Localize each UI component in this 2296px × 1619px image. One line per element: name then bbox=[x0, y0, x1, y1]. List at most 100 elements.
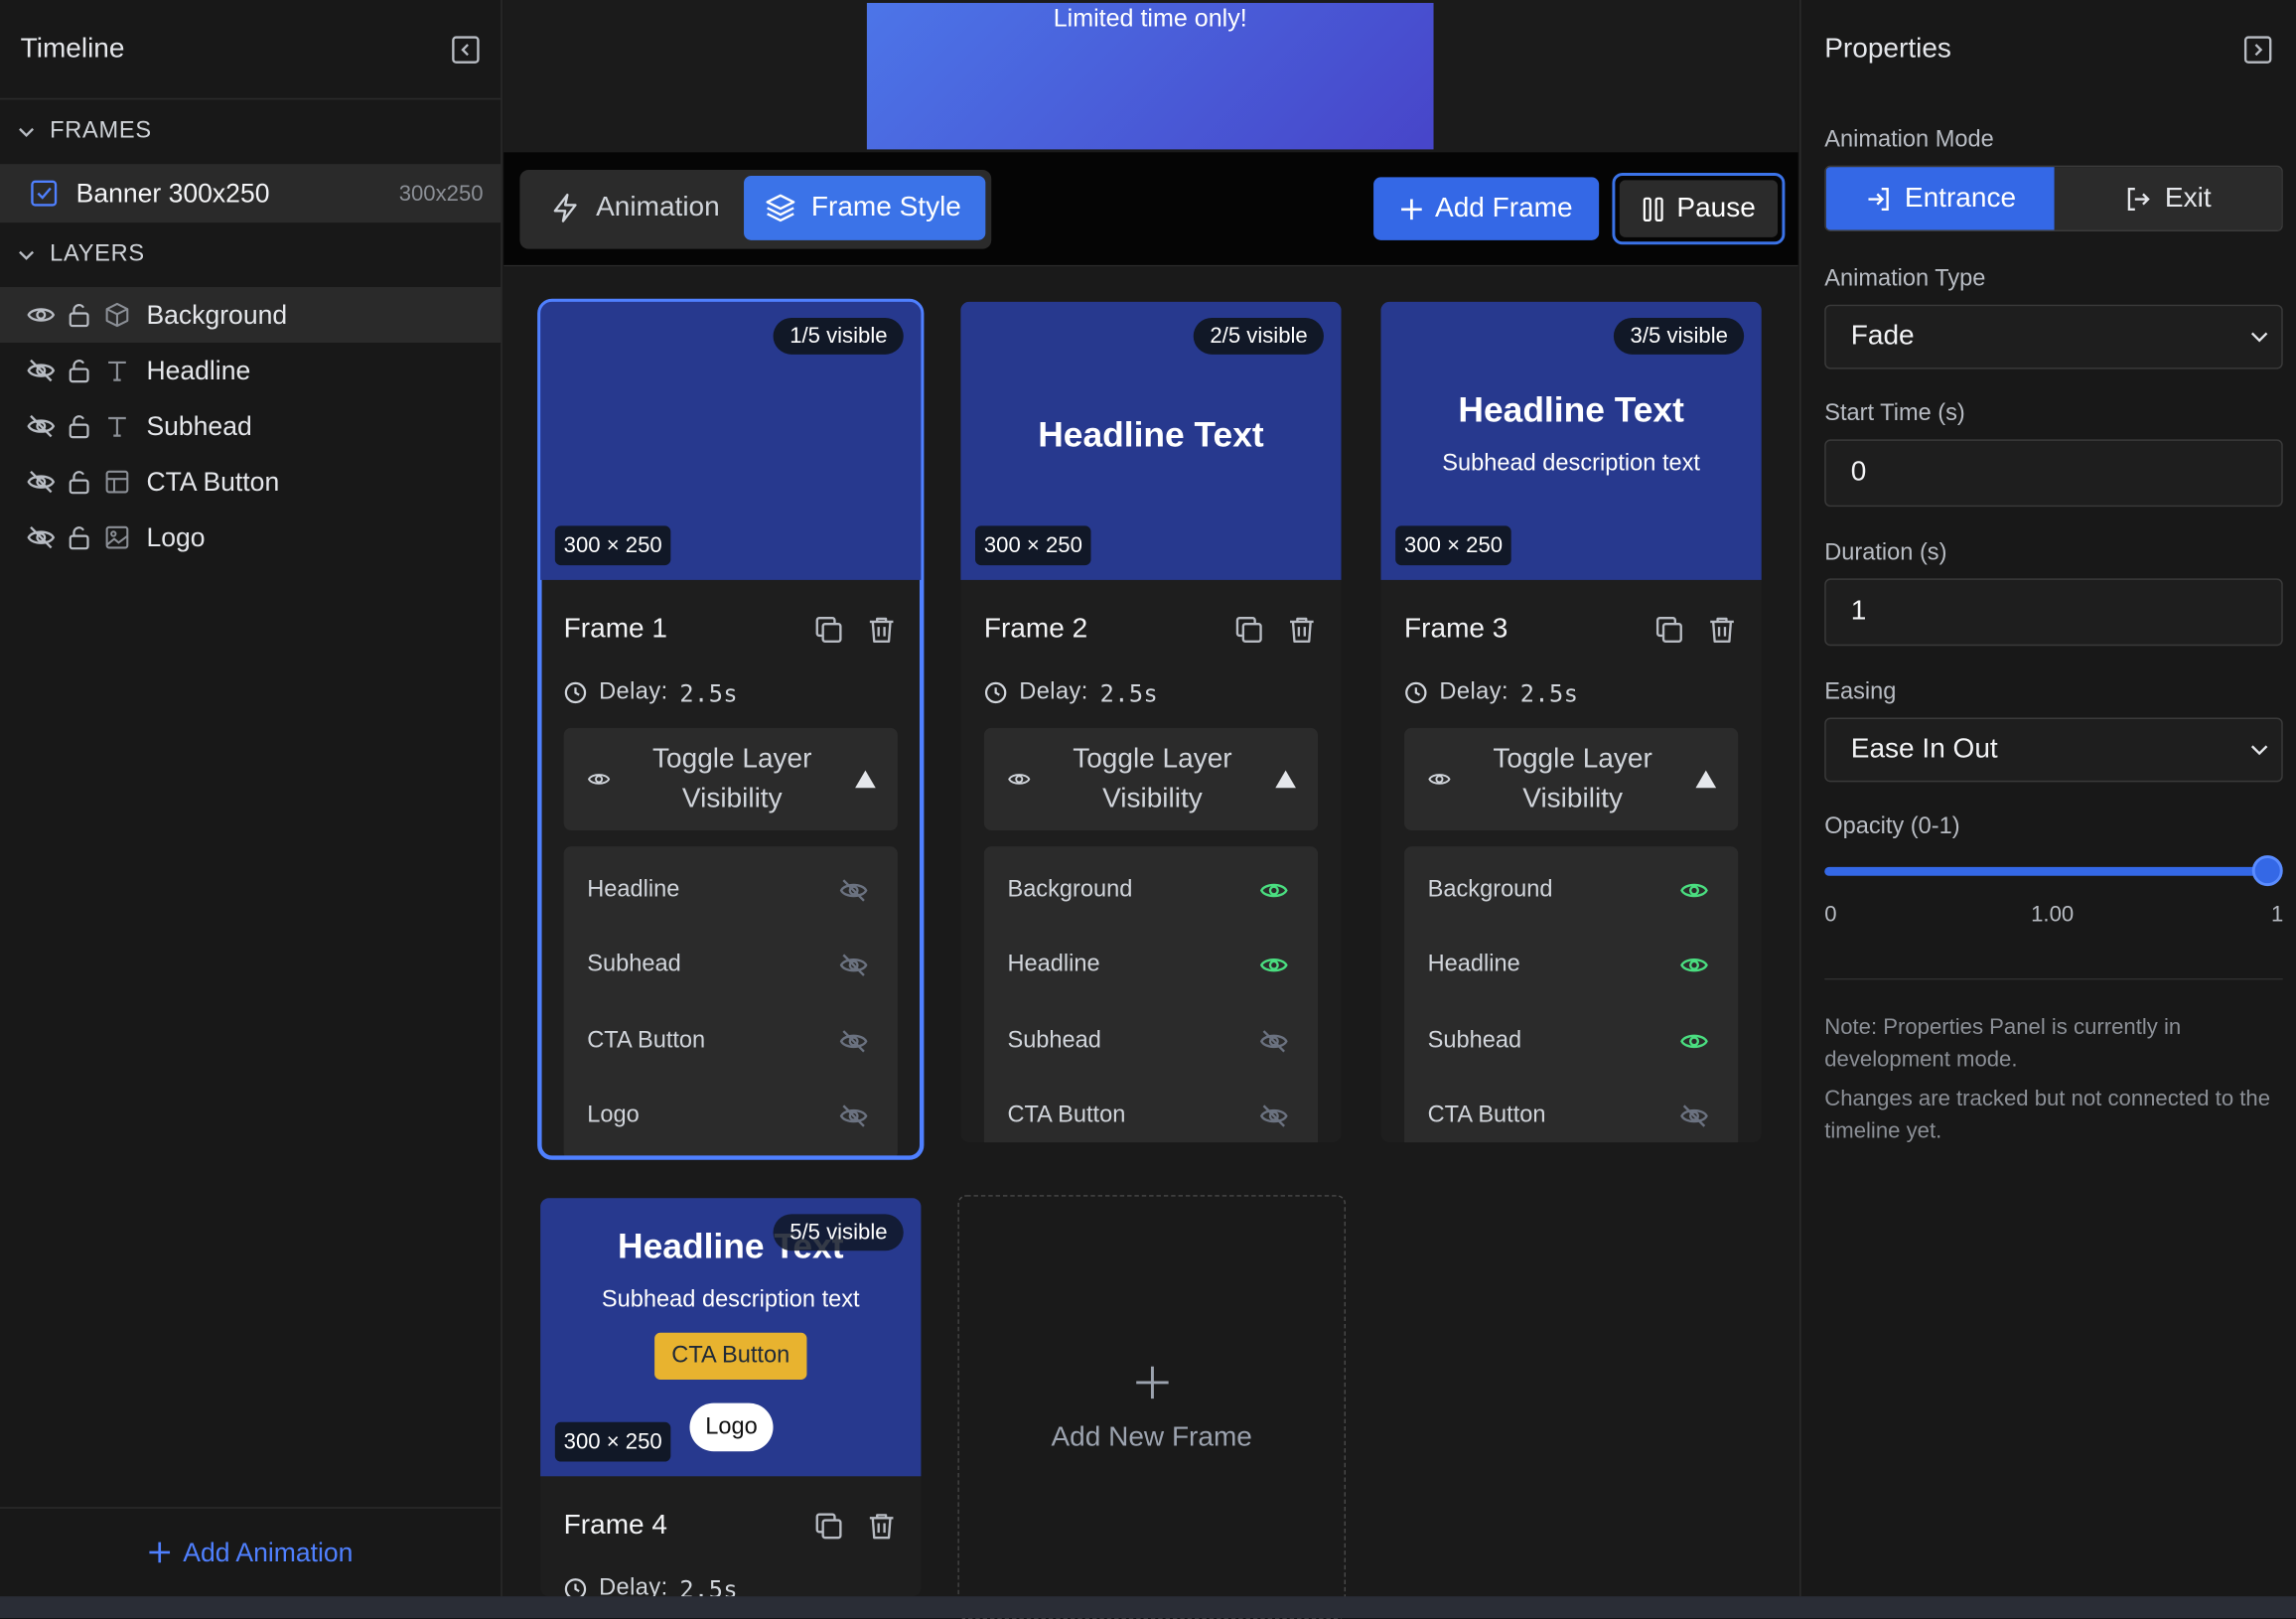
pause-icon bbox=[1642, 196, 1665, 222]
layer-visibility-item[interactable]: Subhead bbox=[564, 928, 898, 1003]
easing-select[interactable]: Ease In Out bbox=[1824, 717, 2283, 783]
chevron-down-icon bbox=[2249, 330, 2270, 345]
trash-icon[interactable] bbox=[865, 613, 897, 645]
opacity-slider-handle[interactable] bbox=[2251, 855, 2283, 887]
chevron-down-icon bbox=[2249, 743, 2270, 758]
eye-icon[interactable] bbox=[1259, 875, 1288, 904]
copy-icon[interactable] bbox=[1653, 613, 1685, 645]
layer-name: Headline bbox=[146, 355, 251, 385]
layer-row[interactable]: Logo bbox=[0, 510, 501, 565]
animation-mode-toggle: Entrance Exit bbox=[1824, 165, 2283, 231]
layer-visibility-item[interactable]: Logo bbox=[564, 1079, 898, 1154]
collapse-right-panel-icon[interactable] bbox=[2243, 35, 2272, 64]
layer-visibility-item[interactable]: Subhead bbox=[984, 1003, 1318, 1079]
lock-icon[interactable] bbox=[65, 411, 93, 440]
layer-row[interactable]: Headline bbox=[0, 343, 501, 398]
lock-icon[interactable] bbox=[65, 356, 93, 384]
entrance-button[interactable]: Entrance bbox=[1825, 167, 2054, 230]
tab-frame-style[interactable]: Frame Style bbox=[744, 175, 986, 240]
thumbnail-headline: Headline Text bbox=[1038, 415, 1264, 456]
checkbox-icon[interactable] bbox=[29, 179, 58, 208]
start-time-value: 0 bbox=[1850, 457, 1867, 489]
eye-off-icon[interactable] bbox=[27, 356, 56, 384]
frame-thumbnail: Headline Text 5/5 visible Subhead descri… bbox=[540, 1198, 922, 1477]
exit-button[interactable]: Exit bbox=[2053, 167, 2282, 230]
layer-visibility-item[interactable]: CTA Button bbox=[984, 1079, 1318, 1142]
frame-card-3[interactable]: 3/5 visible Headline Text Subhead descri… bbox=[1380, 301, 1762, 1143]
layer-row[interactable]: Subhead bbox=[0, 398, 501, 454]
layer-row[interactable]: CTA Button bbox=[0, 454, 501, 510]
duration-label: Duration (s) bbox=[1824, 540, 1947, 566]
add-animation-button[interactable]: Add Animation bbox=[0, 1507, 502, 1596]
frame-list-item[interactable]: Banner 300x250 300x250 bbox=[0, 164, 502, 223]
visible-count-badge: 2/5 visible bbox=[1194, 317, 1324, 355]
layer-row[interactable]: Background bbox=[0, 287, 502, 344]
frame-card-4[interactable]: Headline Text 5/5 visible Subhead descri… bbox=[540, 1198, 922, 1597]
tab-animation[interactable]: Animation bbox=[528, 176, 742, 240]
layer-visibility-name: Headline bbox=[587, 876, 680, 902]
layer-visibility-item[interactable]: Headline bbox=[1404, 928, 1738, 1003]
text-icon bbox=[102, 411, 131, 440]
size-badge: 300 × 250 bbox=[975, 525, 1091, 566]
toggle-layer-visibility-button[interactable]: Toggle Layer Visibility bbox=[1404, 727, 1739, 831]
eye-off-icon[interactable] bbox=[839, 875, 868, 904]
layer-visibility-name: Headline bbox=[1427, 952, 1520, 977]
layer-visibility-item[interactable]: CTA Button bbox=[1404, 1079, 1738, 1142]
eye-off-icon[interactable] bbox=[839, 1026, 868, 1055]
copy-icon[interactable] bbox=[812, 1509, 844, 1541]
toggle-layer-visibility-button[interactable]: Toggle Layer Visibility bbox=[563, 727, 898, 831]
eye-off-icon[interactable] bbox=[839, 951, 868, 979]
size-badge: 300 × 250 bbox=[1395, 525, 1511, 566]
eye-off-icon[interactable] bbox=[1259, 1102, 1288, 1130]
eye-off-icon[interactable] bbox=[1259, 1026, 1288, 1055]
eye-icon[interactable] bbox=[1679, 951, 1708, 979]
layer-visibility-item[interactable]: Subhead bbox=[1404, 1003, 1738, 1079]
start-time-input[interactable]: 0 bbox=[1824, 439, 2283, 508]
opacity-slider-track[interactable] bbox=[1824, 866, 2269, 876]
trash-icon[interactable] bbox=[865, 1509, 897, 1541]
toggle-layer-visibility-button[interactable]: Toggle Layer Visibility bbox=[983, 727, 1319, 831]
animation-mode-label: Animation Mode bbox=[1824, 127, 1994, 153]
lock-icon[interactable] bbox=[65, 467, 93, 496]
frame-card-1[interactable]: 1/5 visible 300 × 250 Frame 1 Delay: 2.5… bbox=[537, 298, 925, 1160]
layer-visibility-item[interactable]: Headline bbox=[564, 852, 898, 928]
delay-row: Delay: 2.5s bbox=[984, 678, 1318, 707]
trash-icon[interactable] bbox=[1706, 613, 1738, 645]
layer-visibility-item[interactable]: CTA Button bbox=[564, 1003, 898, 1079]
eye-icon[interactable] bbox=[1259, 951, 1288, 979]
eye-off-icon[interactable] bbox=[27, 522, 56, 551]
add-frame-button[interactable]: Add Frame bbox=[1373, 177, 1600, 240]
duration-input[interactable]: 1 bbox=[1824, 578, 2283, 647]
lock-icon[interactable] bbox=[65, 300, 93, 329]
tab-animation-label: Animation bbox=[596, 192, 720, 223]
add-new-frame-button[interactable]: Add New Frame bbox=[957, 1195, 1347, 1619]
eye-icon[interactable] bbox=[27, 300, 56, 329]
opacity-min: 0 bbox=[1824, 902, 1837, 928]
layer-visibility-item[interactable]: Headline bbox=[984, 928, 1318, 1003]
taskbar-strip bbox=[0, 1596, 2296, 1619]
eye-off-icon[interactable] bbox=[839, 1102, 868, 1130]
eye-icon[interactable] bbox=[1679, 875, 1708, 904]
frame-title: Frame 1 bbox=[563, 613, 668, 645]
opacity-label: Opacity (0-1) bbox=[1824, 813, 1960, 839]
trash-icon[interactable] bbox=[1286, 613, 1318, 645]
lock-icon[interactable] bbox=[65, 522, 93, 551]
frames-section-header[interactable]: FRAMES bbox=[0, 99, 501, 164]
animation-type-select[interactable]: Fade bbox=[1824, 304, 2283, 369]
size-badge: 300 × 250 bbox=[554, 525, 671, 566]
pause-label: Pause bbox=[1676, 192, 1756, 223]
copy-icon[interactable] bbox=[812, 613, 844, 645]
copy-icon[interactable] bbox=[1233, 613, 1265, 645]
layer-visibility-item[interactable]: Background bbox=[1404, 852, 1738, 928]
eye-off-icon[interactable] bbox=[27, 467, 56, 496]
frame-card-2[interactable]: 2/5 visible Headline Text 300 × 250 Fram… bbox=[960, 301, 1342, 1143]
collapse-left-panel-icon[interactable] bbox=[451, 35, 480, 64]
eye-icon[interactable] bbox=[1679, 1026, 1708, 1055]
layers-section-header[interactable]: LAYERS bbox=[0, 222, 501, 287]
easing-value: Ease In Out bbox=[1850, 733, 1998, 765]
eye-off-icon[interactable] bbox=[1679, 1102, 1708, 1130]
pause-button[interactable]: Pause bbox=[1612, 172, 1786, 245]
eye-off-icon[interactable] bbox=[27, 411, 56, 440]
clock-icon bbox=[564, 681, 588, 705]
layer-visibility-item[interactable]: Background bbox=[984, 852, 1318, 928]
